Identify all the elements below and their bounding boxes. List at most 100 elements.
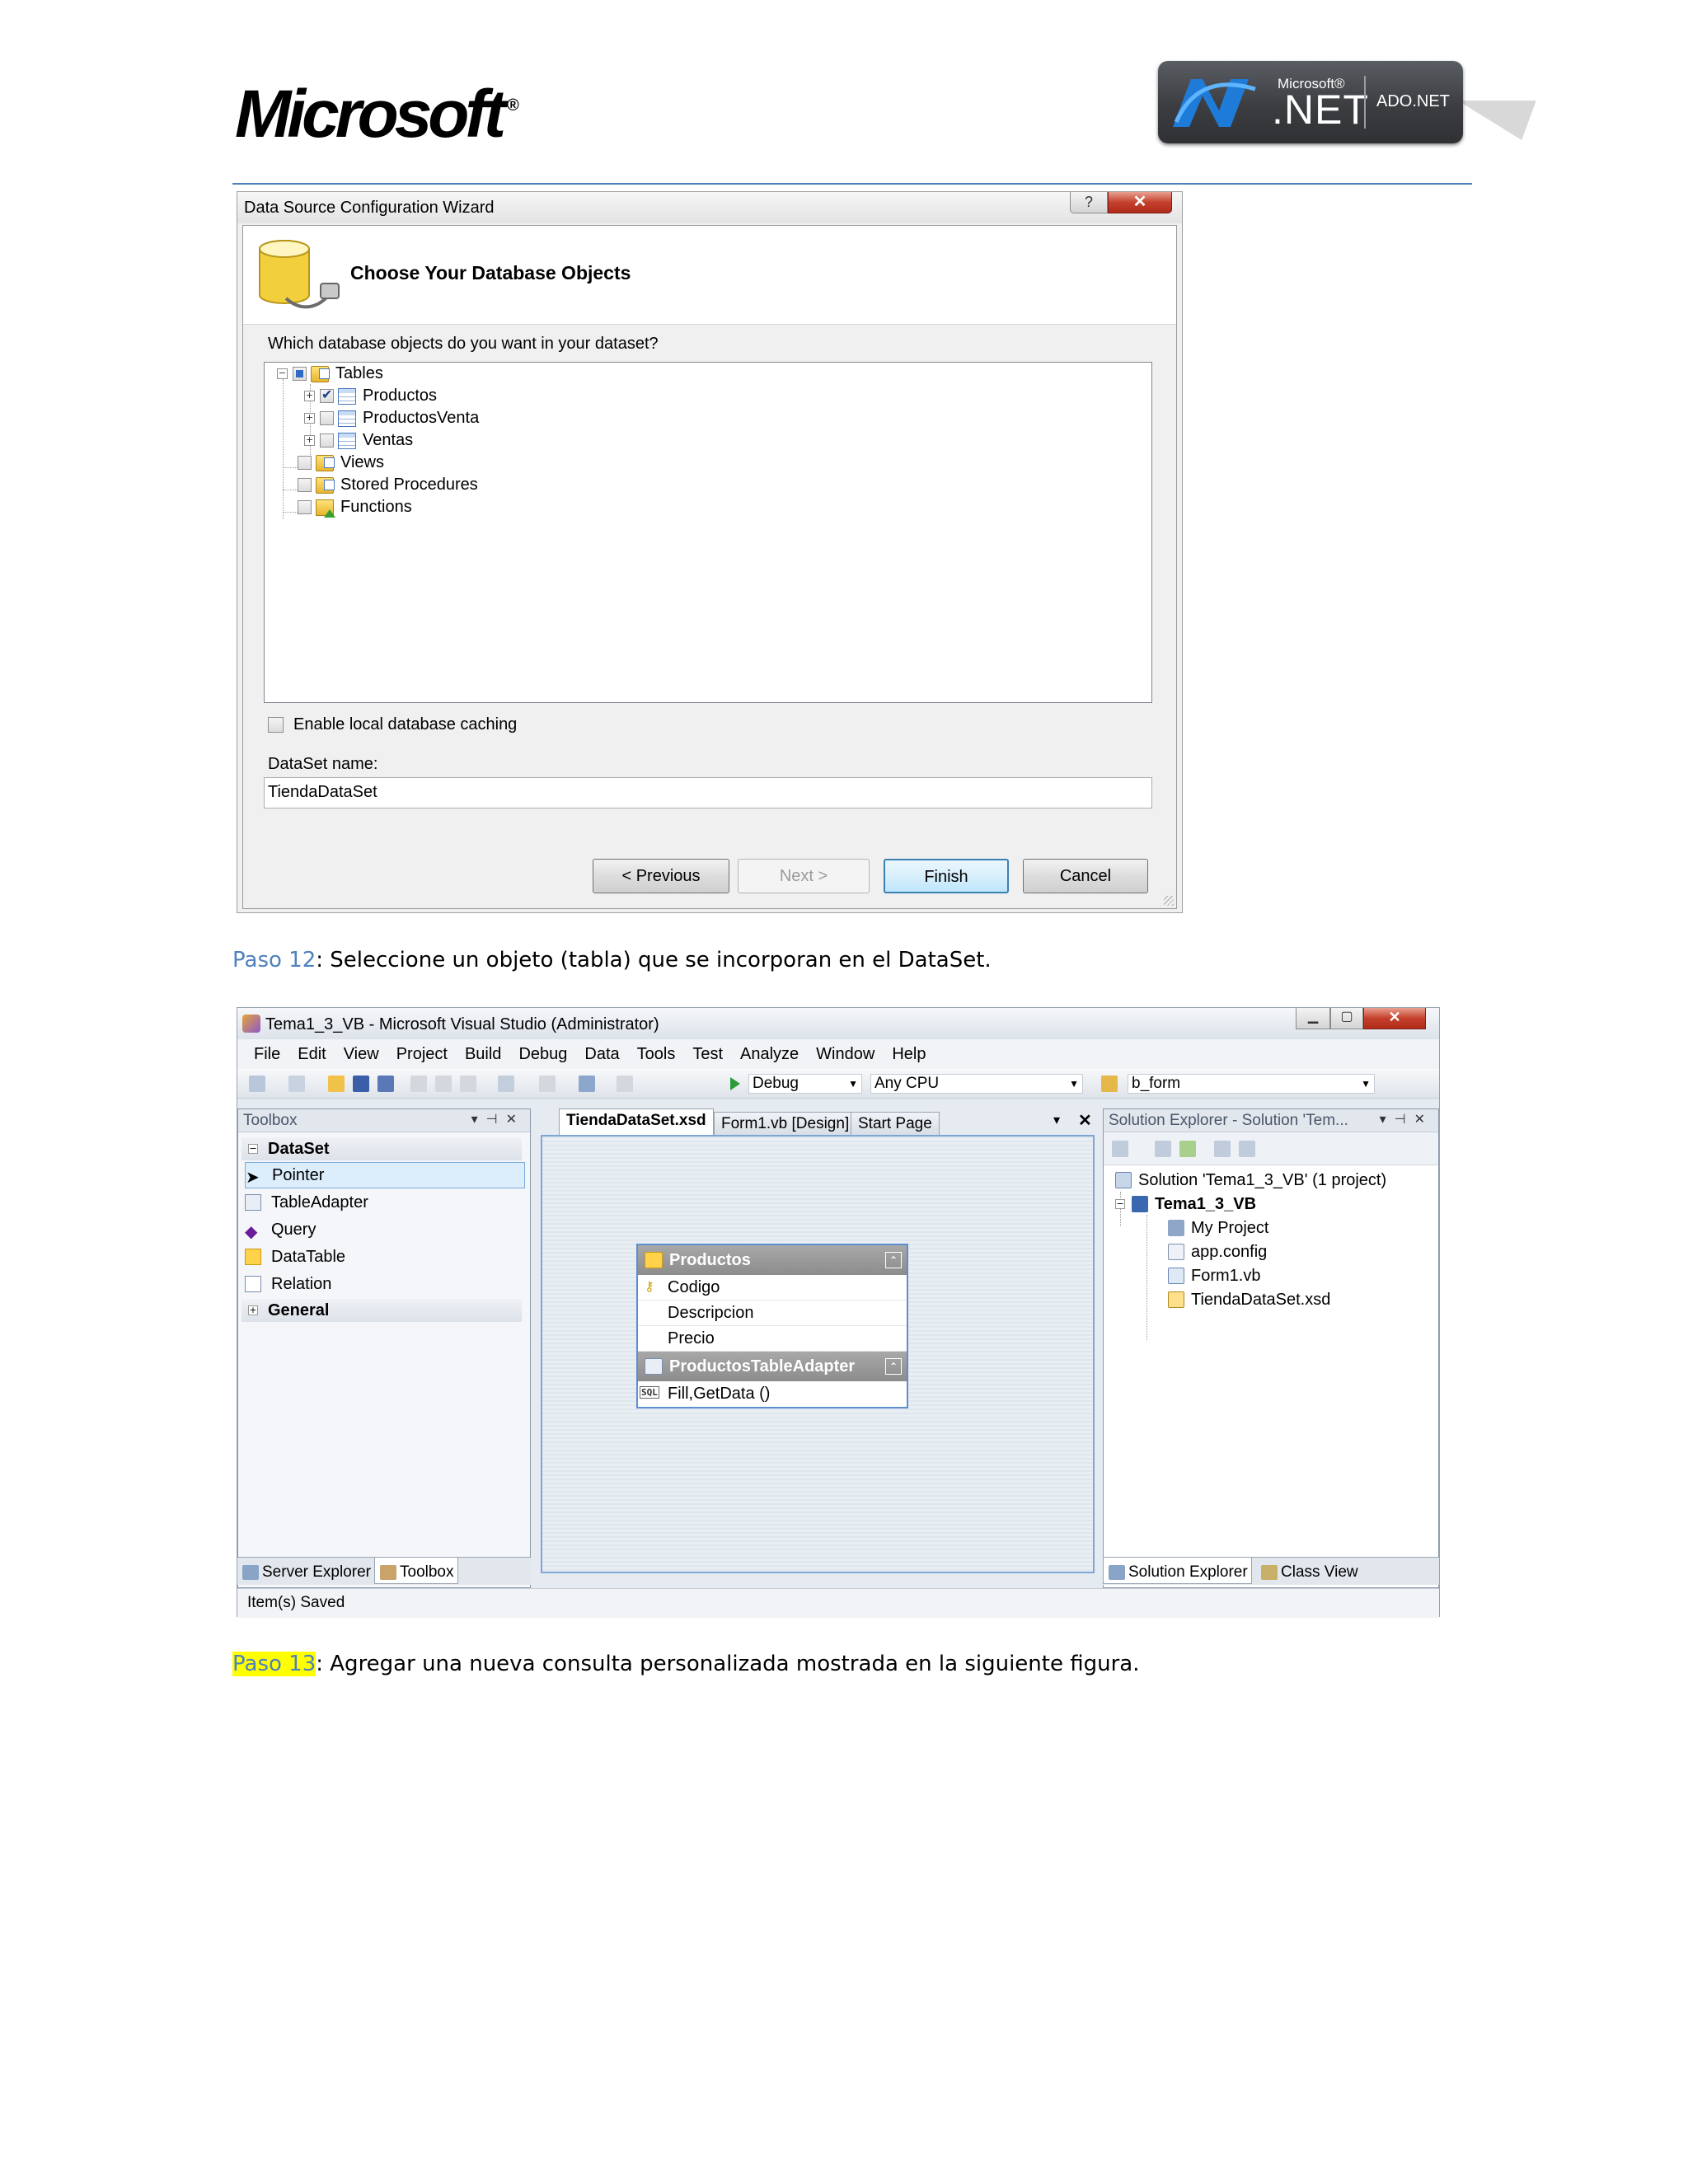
local-cache-option[interactable]: Enable local database caching (268, 715, 517, 734)
view-designer-icon[interactable] (1239, 1141, 1255, 1157)
local-cache-checkbox[interactable] (268, 717, 284, 733)
tab-toolbox[interactable]: Toolbox (374, 1558, 458, 1584)
solution-node[interactable]: Solution 'Tema1_3_VB' (1 project) (1115, 1169, 1386, 1192)
menu-view[interactable]: View (344, 1045, 379, 1064)
expand-icon[interactable]: + (304, 435, 315, 446)
panel-controls-icon[interactable]: ▾⊣✕ (471, 1111, 525, 1127)
collapse-icon[interactable]: − (248, 1144, 258, 1154)
maximize-button[interactable]: ▢ (1330, 1008, 1363, 1029)
menu-project[interactable]: Project (396, 1045, 448, 1064)
tab-tiendadataset-xsd[interactable]: TiendaDataSet.xsd (559, 1108, 714, 1135)
expand-icon[interactable]: + (304, 391, 315, 401)
tab-form1-design[interactable]: Form1.vb [Design] (714, 1112, 857, 1135)
solution-item-my-project[interactable]: My Project (1168, 1216, 1268, 1240)
cancel-button[interactable]: Cancel (1023, 859, 1148, 893)
tab-start-page[interactable]: Start Page (851, 1112, 940, 1135)
refresh-icon[interactable] (1179, 1141, 1196, 1157)
paste-icon[interactable] (460, 1076, 476, 1092)
tree-node-views[interactable]: Views (298, 452, 384, 474)
column-precio[interactable]: Precio (638, 1326, 907, 1352)
collapse-icon[interactable]: − (1115, 1199, 1125, 1209)
tree-node-ventas[interactable]: + Ventas (304, 429, 413, 452)
tables-checkbox[interactable] (293, 367, 307, 381)
toolbox-group-general[interactable]: + General (241, 1299, 522, 1322)
finish-button[interactable]: Finish (884, 859, 1009, 893)
help-button[interactable]: ? (1070, 192, 1108, 213)
toolbox-item-pointer[interactable]: ➤ Pointer (245, 1162, 525, 1188)
save-icon[interactable] (353, 1076, 369, 1092)
tab-menu-icon[interactable]: ▾ (1053, 1112, 1060, 1128)
collapse-icon[interactable]: − (277, 368, 288, 379)
menu-file[interactable]: File (254, 1045, 280, 1064)
menu-window[interactable]: Window (816, 1045, 874, 1064)
new-project-icon[interactable] (249, 1076, 265, 1092)
find-combo[interactable]: b_form ▼ (1128, 1074, 1375, 1094)
view-code-icon[interactable] (1214, 1141, 1231, 1157)
tab-server-explorer[interactable]: Server Explorer (237, 1558, 374, 1584)
find-in-files-icon[interactable] (1101, 1076, 1118, 1092)
open-folder-icon[interactable] (328, 1076, 345, 1092)
minimize-button[interactable]: ▁ (1296, 1008, 1330, 1029)
database-objects-tree[interactable]: − Tables + Productos + ProductosVenta + (264, 362, 1152, 703)
redo-icon[interactable] (539, 1076, 556, 1092)
step-13-link[interactable]: Paso 13 (232, 1652, 316, 1676)
tableadapter-methods[interactable]: SQL Fill,GetData () (638, 1381, 907, 1407)
close-document-icon[interactable]: ✕ (1078, 1110, 1092, 1131)
cut-icon[interactable] (410, 1076, 427, 1092)
dataset-name-input[interactable]: TiendaDataSet (264, 777, 1152, 808)
expand-icon[interactable]: + (248, 1305, 258, 1315)
collapse-icon[interactable]: ⌃ (885, 1252, 902, 1268)
menu-help[interactable]: Help (892, 1045, 926, 1064)
menu-debug[interactable]: Debug (518, 1045, 567, 1064)
column-codigo[interactable]: ⚷ Codigo (638, 1275, 907, 1301)
menu-test[interactable]: Test (692, 1045, 723, 1064)
productos-datatable[interactable]: Productos ⌃ ⚷ Codigo Descripcion Precio Pr… (636, 1244, 908, 1408)
expand-icon[interactable]: + (304, 413, 315, 424)
tree-node-stored-procedures[interactable]: Stored Procedures (298, 474, 478, 496)
stored-procedures-checkbox[interactable] (298, 478, 312, 492)
views-checkbox[interactable] (298, 456, 312, 470)
menu-analyze[interactable]: Analyze (740, 1045, 799, 1064)
undo-icon[interactable] (498, 1076, 514, 1092)
column-descripcion[interactable]: Descripcion (638, 1301, 907, 1326)
deploy-icon[interactable] (617, 1076, 633, 1092)
datatable-header[interactable]: Productos ⌃ (638, 1245, 907, 1275)
configuration-combo[interactable]: Debug ▼ (748, 1074, 862, 1094)
add-item-icon[interactable] (288, 1076, 305, 1092)
tree-node-productos[interactable]: + Productos (304, 385, 437, 407)
tree-node-tables[interactable]: − Tables (277, 363, 383, 385)
tree-node-productosventa[interactable]: + ProductosVenta (304, 407, 479, 429)
resize-grip[interactable] (1164, 896, 1174, 906)
solution-item-app-config[interactable]: app.config (1168, 1240, 1267, 1263)
tab-solution-explorer[interactable]: Solution Explorer (1103, 1558, 1252, 1584)
tree-node-functions[interactable]: Functions (298, 496, 412, 518)
tab-class-view[interactable]: Class View (1256, 1558, 1362, 1584)
save-all-icon[interactable] (377, 1076, 394, 1092)
navigate-icon[interactable] (579, 1076, 595, 1092)
show-all-files-icon[interactable] (1155, 1141, 1171, 1157)
next-button[interactable]: Next > (738, 859, 870, 893)
menu-data[interactable]: Data (584, 1045, 619, 1064)
menu-build[interactable]: Build (465, 1045, 501, 1064)
toolbox-item-datatable[interactable]: DataTable (245, 1244, 345, 1270)
properties-icon[interactable] (1112, 1141, 1128, 1157)
toolbox-group-dataset[interactable]: − DataSet (241, 1137, 522, 1160)
menu-edit[interactable]: Edit (298, 1045, 326, 1064)
solution-item-form1[interactable]: Form1.vb (1168, 1264, 1260, 1287)
functions-checkbox[interactable] (298, 500, 312, 514)
solution-item-tiendadataset[interactable]: TiendaDataSet.xsd (1168, 1288, 1330, 1311)
productos-checkbox[interactable] (320, 387, 334, 403)
platform-combo[interactable]: Any CPU ▼ (870, 1074, 1083, 1094)
start-debugging-icon[interactable] (730, 1077, 740, 1090)
ventas-checkbox[interactable] (320, 434, 334, 448)
menu-tools[interactable]: Tools (637, 1045, 676, 1064)
vs-close-button[interactable]: ✕ (1363, 1008, 1426, 1029)
close-button[interactable]: ✕ (1108, 192, 1172, 213)
collapse-icon[interactable]: ⌃ (885, 1358, 902, 1375)
productosventa-checkbox[interactable] (320, 411, 334, 425)
project-node[interactable]: − Tema1_3_VB (1115, 1193, 1256, 1216)
toolbox-item-relation[interactable]: Relation (245, 1271, 331, 1297)
tableadapter-header[interactable]: ProductosTableAdapter ⌃ (638, 1352, 907, 1381)
copy-icon[interactable] (435, 1076, 452, 1092)
previous-button[interactable]: < Previous (593, 859, 729, 893)
